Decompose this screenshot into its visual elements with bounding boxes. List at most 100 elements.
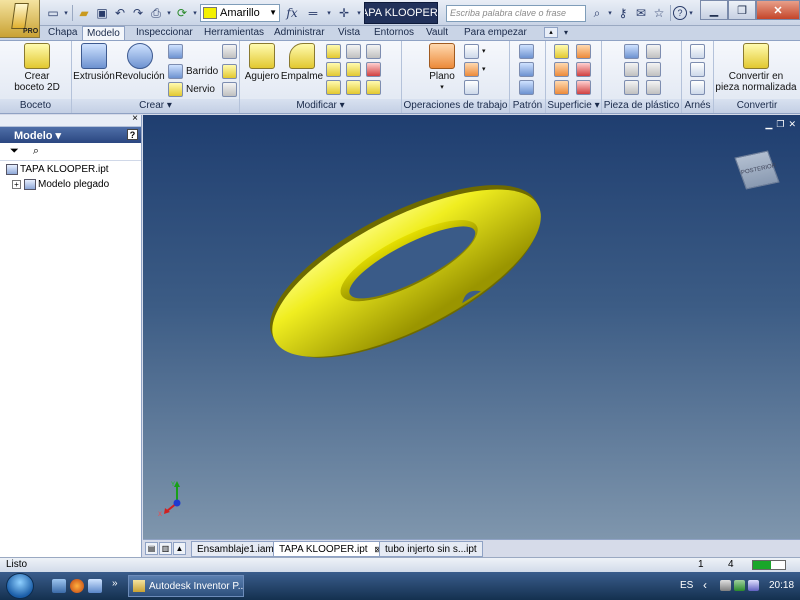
yellow-cap-model[interactable] bbox=[143, 115, 800, 539]
help-search-input[interactable]: Escriba palabra clave o frase bbox=[446, 5, 586, 22]
browser-title-bar[interactable]: Modelo ▾ ? bbox=[0, 127, 141, 143]
help-icon[interactable]: ? bbox=[673, 6, 687, 20]
combine-button[interactable] bbox=[346, 79, 364, 95]
snap-fit-button[interactable] bbox=[646, 43, 664, 59]
window-switcher-icon[interactable] bbox=[88, 579, 102, 593]
draft-button[interactable] bbox=[326, 61, 344, 77]
tab-para-empezar[interactable]: Para empezar bbox=[460, 26, 531, 40]
binoculars-search-icon[interactable]: ⌕ bbox=[588, 4, 606, 22]
tab-menu-icon[interactable]: ▲ bbox=[173, 542, 186, 555]
plano-button[interactable]: Plano ▾ bbox=[424, 43, 460, 93]
doc-tab-ensamblaje1[interactable]: Ensamblaje1.iam bbox=[191, 541, 280, 557]
new-dropdown-icon[interactable]: ▾ bbox=[62, 4, 70, 22]
delete-face-button[interactable] bbox=[576, 79, 594, 95]
print-dropdown-icon[interactable]: ▾ bbox=[165, 4, 173, 22]
measure-dropdown-icon[interactable]: ▾ bbox=[325, 4, 333, 22]
split-button[interactable] bbox=[346, 61, 364, 77]
viewport-restore-icon[interactable]: ❐ bbox=[776, 119, 784, 130]
work-point-button[interactable]: ▾ bbox=[464, 61, 486, 77]
update-dropdown-icon[interactable]: ▾ bbox=[191, 4, 199, 22]
nervio-button[interactable]: Nervio bbox=[168, 81, 215, 97]
lip-button[interactable] bbox=[646, 79, 664, 95]
browser-close-icon[interactable]: × bbox=[132, 113, 138, 124]
color-style-select[interactable]: Amarillo ▼ bbox=[200, 4, 280, 22]
customize-dropdown-icon[interactable]: ▾ bbox=[355, 4, 363, 22]
print-icon[interactable]: ⎙ bbox=[147, 4, 165, 22]
firefox-icon[interactable] bbox=[70, 579, 84, 593]
browser-help-icon[interactable]: ? bbox=[127, 129, 138, 140]
find-binoculars-icon[interactable]: ⌕ bbox=[33, 145, 39, 158]
close-icon[interactable]: ✕ bbox=[756, 0, 800, 20]
viewport-close-icon[interactable]: ✕ bbox=[788, 119, 796, 130]
favorites-star-icon[interactable]: ☆ bbox=[650, 4, 668, 22]
move-icon[interactable]: ✛ bbox=[335, 4, 353, 22]
show-desktop-icon[interactable] bbox=[52, 579, 66, 593]
graphics-viewport[interactable]: ▁ ❐ ✕ POSTERIOR Y X bbox=[143, 115, 800, 539]
open-folder-icon[interactable]: ▰ bbox=[75, 4, 93, 22]
application-menu-button[interactable]: PRO bbox=[0, 0, 40, 38]
grill-button[interactable] bbox=[624, 43, 642, 59]
chamfer-button[interactable] bbox=[346, 43, 364, 59]
ucs-button[interactable] bbox=[464, 79, 482, 95]
patch-button[interactable] bbox=[576, 43, 594, 59]
derive-button[interactable] bbox=[222, 81, 240, 97]
pin-group-button[interactable] bbox=[690, 61, 708, 77]
place-pin-button[interactable] bbox=[690, 43, 708, 59]
minimize-ribbon-icon[interactable]: ▴ bbox=[544, 27, 558, 38]
browser-title[interactable]: Modelo ▾ bbox=[14, 129, 61, 142]
tab-modelo[interactable]: Modelo bbox=[82, 26, 125, 41]
security-icon[interactable] bbox=[734, 580, 745, 591]
undo-icon[interactable]: ↶ bbox=[111, 4, 129, 22]
doc-tab-tapa-klooper[interactable]: TAPA KLOOPER.ipt ⊠ bbox=[273, 541, 388, 557]
help-dropdown-icon[interactable]: ▾ bbox=[687, 4, 695, 22]
shell-button[interactable] bbox=[326, 43, 344, 59]
rectangular-pattern-button[interactable] bbox=[519, 43, 537, 59]
tab-vista[interactable]: Vista bbox=[334, 26, 364, 40]
tab-administrar[interactable]: Administrar bbox=[270, 26, 329, 40]
move-face-button[interactable] bbox=[366, 61, 384, 77]
sculpt-button[interactable] bbox=[554, 79, 572, 95]
copy-object-button[interactable] bbox=[366, 79, 384, 95]
empalme-button[interactable]: Empalme bbox=[281, 43, 323, 82]
face-draft-button[interactable] bbox=[366, 43, 384, 59]
search-dropdown-icon[interactable]: ▾ bbox=[606, 4, 614, 22]
mirror-button[interactable] bbox=[519, 79, 537, 95]
measure-icon[interactable]: ═ bbox=[303, 4, 323, 22]
network-icon[interactable] bbox=[720, 580, 731, 591]
tab-inspeccionar[interactable]: Inspeccionar bbox=[132, 26, 197, 40]
filter-icon[interactable]: ⏷ bbox=[10, 145, 19, 158]
doc-tab-tubo-injerto[interactable]: tubo injerto sin s...ipt bbox=[379, 541, 483, 557]
language-indicator[interactable]: ES bbox=[680, 580, 693, 591]
start-button[interactable] bbox=[6, 573, 34, 599]
new-file-icon[interactable]: ▭ bbox=[44, 4, 62, 22]
circular-pattern-button[interactable] bbox=[519, 61, 537, 77]
redo-icon[interactable]: ↷ bbox=[129, 4, 147, 22]
boss-button[interactable] bbox=[624, 61, 642, 77]
expand-icon[interactable]: + bbox=[12, 180, 21, 189]
rest-button[interactable] bbox=[624, 79, 642, 95]
revolucion-button[interactable]: Revolución bbox=[115, 43, 165, 82]
trim-button[interactable] bbox=[576, 61, 594, 77]
harness-properties-button[interactable] bbox=[690, 79, 708, 95]
tab-vault[interactable]: Vault bbox=[422, 26, 452, 40]
function-fx-icon[interactable]: fx bbox=[283, 4, 301, 22]
tab-entornos[interactable]: Entornos bbox=[370, 26, 418, 40]
tab-chapa[interactable]: Chapa bbox=[44, 26, 81, 40]
save-icon[interactable]: ▣ bbox=[93, 4, 111, 22]
viewport-minimize-icon[interactable]: ▁ bbox=[765, 119, 772, 130]
minimize-icon[interactable]: ▁ bbox=[700, 0, 728, 20]
convert-standard-part-button[interactable]: Convertir en pieza normalizada bbox=[714, 43, 798, 93]
tree-item-root[interactable]: TAPA KLOOPER.ipt bbox=[0, 163, 141, 176]
cascade-windows-icon[interactable]: ▥ bbox=[159, 542, 172, 555]
quicklaunch-overflow-icon[interactable]: » bbox=[112, 578, 118, 589]
subscription-key-icon[interactable]: ⚷ bbox=[614, 4, 632, 22]
taskbar-inventor-button[interactable]: Autodesk Inventor P... bbox=[128, 575, 244, 597]
loft-button[interactable] bbox=[168, 43, 186, 59]
rule-fillet-button[interactable] bbox=[646, 61, 664, 77]
tree-item-modelo-plegado[interactable]: + Modelo plegado bbox=[0, 178, 141, 191]
thicken-button[interactable] bbox=[554, 43, 572, 59]
thread-button[interactable] bbox=[326, 79, 344, 95]
extrusion-button[interactable]: Extrusión bbox=[73, 43, 115, 82]
tab-herramientas[interactable]: Herramientas bbox=[200, 26, 268, 40]
ribbon-options-dropdown-icon[interactable]: ▾ bbox=[560, 26, 572, 40]
